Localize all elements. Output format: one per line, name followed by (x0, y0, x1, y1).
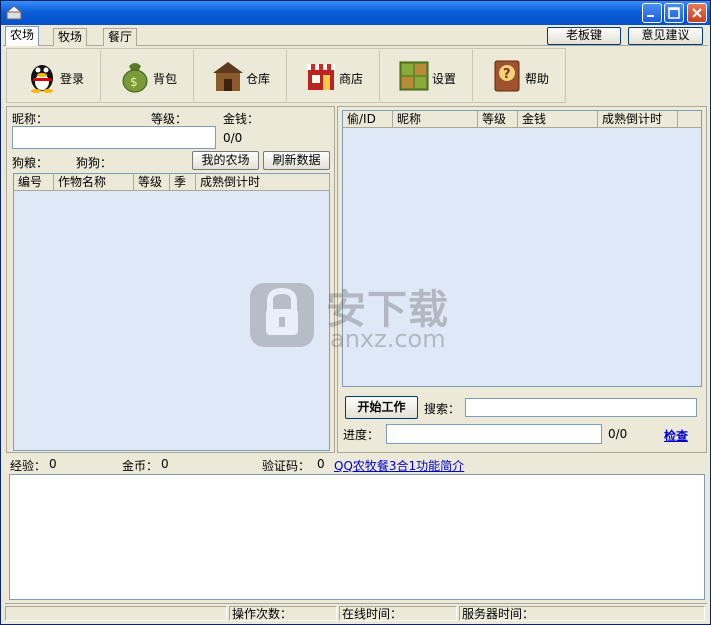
shop-label: 商店 (339, 72, 364, 86)
captcha-label: 验证码： (262, 459, 311, 473)
settings-icon (399, 61, 429, 91)
settings-label: 设置 (432, 72, 457, 86)
boss-key-button[interactable]: 老板键 (547, 27, 621, 45)
svg-text:?: ? (503, 67, 511, 82)
progress-bar (386, 424, 602, 444)
col-crop-name[interactable]: 作物名称 (54, 174, 134, 191)
check-link[interactable]: 检查 (664, 427, 688, 444)
col-countdown[interactable]: 成熟倒计时 (598, 111, 678, 128)
warehouse-label: 仓库 (246, 72, 271, 86)
dog-label: 狗狗： (76, 156, 113, 170)
minimize-icon (647, 15, 654, 17)
nickname-field[interactable] (12, 126, 216, 149)
progress-count: 0/0 (223, 131, 243, 145)
svg-text:$: $ (130, 75, 138, 89)
shield-lock-icon (250, 283, 314, 347)
captcha-value: 0 (317, 457, 325, 471)
col-nickname[interactable]: 昵称 (393, 111, 478, 128)
progress-label: 进度： (343, 428, 380, 442)
watermark-url: anxz.com (330, 325, 446, 353)
close-icon (692, 8, 702, 18)
refresh-data-button[interactable]: 刷新数据 (263, 151, 330, 170)
money-bag-icon: $ (122, 63, 148, 93)
server-time: 服务器时间： (459, 606, 705, 621)
help-button[interactable]: ? 帮助 (473, 50, 566, 101)
help-label: 帮助 (525, 72, 550, 86)
title-bar[interactable] (1, 1, 710, 25)
search-input[interactable] (465, 398, 697, 417)
tab-restaurant[interactable]: 餐厅 (103, 28, 138, 46)
status-cell-empty (5, 606, 227, 621)
col-season[interactable]: 季 (170, 174, 196, 191)
maximize-icon (668, 7, 680, 19)
maximize-button[interactable] (664, 3, 684, 23)
log-textarea[interactable] (9, 474, 705, 600)
status-bar: 操作次数： 在线时间： 服务器时间： (5, 603, 707, 621)
crop-table-header: 编号 作物名称 等级 季 成熟倒计时 (14, 174, 330, 191)
help-book-icon: ? (494, 60, 520, 92)
dog-food-label: 狗粮： (12, 156, 49, 170)
my-farm-button[interactable]: 我的农场 (192, 151, 259, 170)
exp-label: 经验： (10, 459, 47, 473)
start-work-button[interactable]: 开始工作 (345, 396, 418, 419)
col-id[interactable]: 编号 (14, 174, 54, 191)
shop-button[interactable]: 商店 (287, 50, 380, 101)
shop-icon (307, 64, 335, 90)
warehouse-button[interactable]: 仓库 (194, 50, 287, 101)
online-time: 在线时间： (339, 606, 457, 621)
info-row: 经验： 0 金币： 0 验证码： 0 QQ农牧餐3合1功能简介 (6, 456, 707, 474)
col-level[interactable]: 等级 (134, 174, 170, 191)
close-button[interactable] (687, 3, 707, 23)
col-money[interactable]: 金钱 (518, 111, 598, 128)
progress-count: 0/0 (608, 427, 628, 441)
col-level[interactable]: 等级 (478, 111, 518, 128)
minimize-button[interactable] (642, 3, 662, 23)
level-label: 等级： (151, 112, 188, 126)
toolbar: 登录 $ 背包 仓库 商店 设置 ? 帮助 (6, 48, 566, 103)
col-steal-id[interactable]: 偷/ID (343, 111, 393, 128)
main-window: 农场 牧场 餐厅 老板键 意见建议 登录 $ 背包 仓库 商店 设置 ? 帮助 … (0, 0, 711, 625)
watermark: 安下载 anxz.com (246, 273, 466, 355)
col-countdown[interactable]: 成熟倒计时 (196, 174, 330, 191)
penguin-icon (31, 65, 53, 93)
tab-ranch[interactable]: 牧场 (53, 28, 88, 46)
login-label: 登录 (60, 72, 85, 86)
tab-bar: 农场 牧场 餐厅 老板键 意见建议 (3, 26, 708, 46)
intro-link[interactable]: QQ农牧餐3合1功能简介 (334, 457, 464, 474)
money-label: 金钱： (223, 112, 260, 126)
backpack-label: 背包 (153, 72, 178, 86)
search-label: 搜索： (424, 402, 461, 416)
settings-button[interactable]: 设置 (380, 50, 473, 101)
warehouse-icon (213, 62, 243, 91)
backpack-button[interactable]: $ 背包 (101, 50, 194, 101)
ops-count: 操作次数： (229, 606, 337, 621)
tab-farm[interactable]: 农场 (5, 26, 40, 46)
exp-value: 0 (49, 457, 57, 471)
feedback-button[interactable]: 意见建议 (628, 27, 703, 45)
friend-table-header: 偷/ID 昵称 等级 金钱 成熟倒计时 (343, 111, 701, 128)
gold-value: 0 (161, 457, 169, 471)
login-button[interactable]: 登录 (8, 50, 101, 101)
gold-label: 金币： (122, 459, 159, 473)
app-icon (6, 5, 22, 20)
nickname-label: 昵称： (12, 112, 49, 126)
